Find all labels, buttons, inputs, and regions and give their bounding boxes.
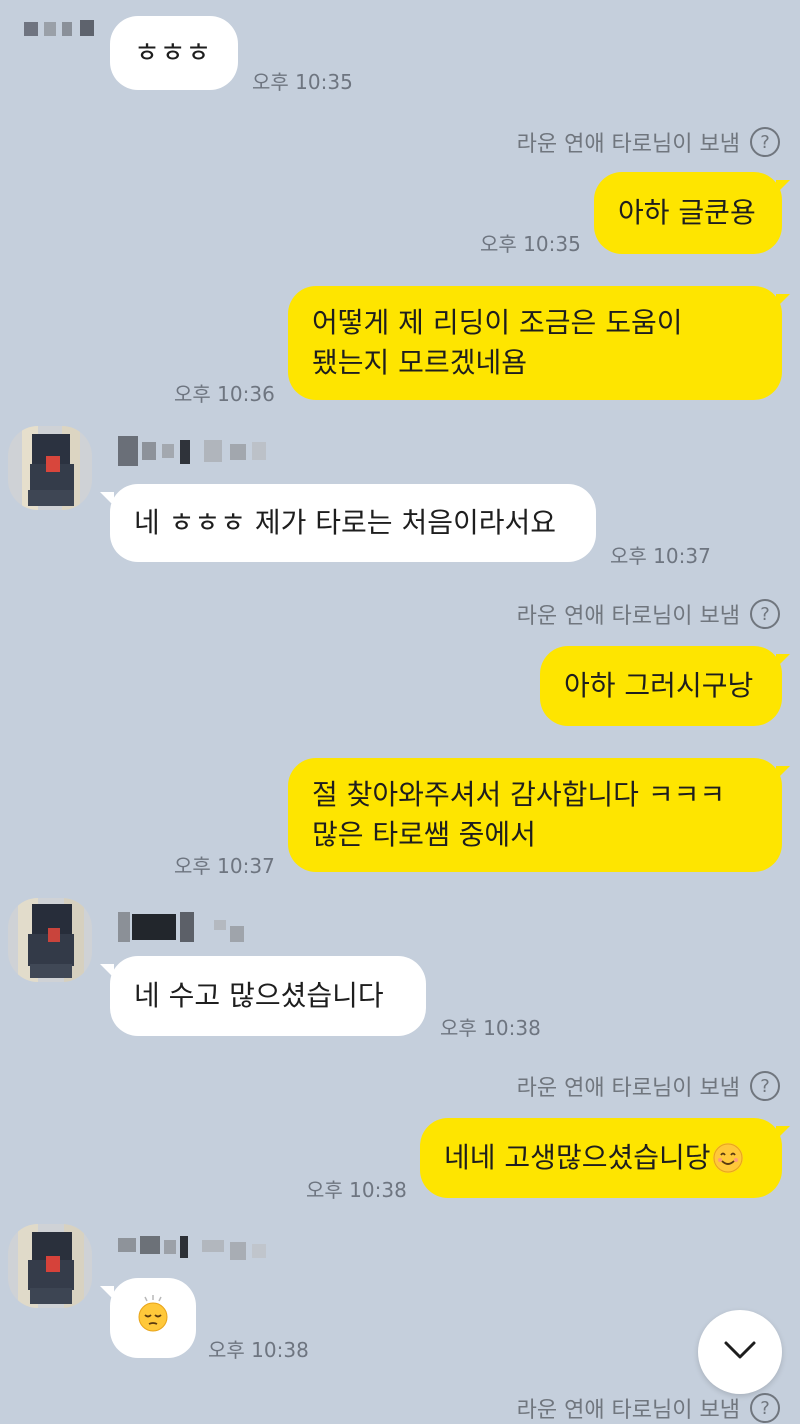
sent-by-text: 라운 연애 타로님이 보냄 xyxy=(516,1398,740,1423)
message-time: 오후 10:38 xyxy=(208,1338,309,1362)
message-bubble-outgoing[interactable]: 절 찾아와주셔서 감사합니다 ㅋㅋㅋ 많은 타로쌤 중에서 xyxy=(288,758,782,872)
message-bubble-outgoing[interactable]: 어떻게 제 리딩이 조금은 도움이 됐는지 모르겠네욤 xyxy=(288,286,782,400)
message-text: 네 수고 많으셨습니다 xyxy=(134,979,384,1012)
message-text: 절 찾아와주셔서 감사합니다 ㅋㅋㅋ 많은 타로쌤 중에서 xyxy=(312,778,726,851)
avatar[interactable] xyxy=(8,898,92,982)
message-bubble-incoming[interactable]: 네 수고 많으셨습니다 xyxy=(110,956,426,1036)
bubble-tail xyxy=(776,654,790,668)
message-text: 아하 그러시구낭 xyxy=(564,669,754,702)
sender-name-blurred xyxy=(24,14,94,44)
message-text: 네 ㅎㅎㅎ 제가 타로는 처음이라서요 xyxy=(134,506,557,539)
sent-by-text: 라운 연애 타로님이 보냄 xyxy=(516,132,740,157)
message-time: 오후 10:38 xyxy=(440,1016,541,1040)
question-circle-icon[interactable]: ? xyxy=(750,1071,780,1101)
bubble-tail xyxy=(100,964,114,978)
bubble-tail xyxy=(776,766,790,780)
sent-by-label: 라운 연애 타로님이 보냄 ? xyxy=(517,1070,780,1102)
message-time: 오후 10:35 xyxy=(252,70,353,94)
sent-by-label: 라운 연애 타로님이 보냄 ? xyxy=(517,126,780,158)
sender-name-blurred xyxy=(118,436,268,466)
message-bubble-outgoing[interactable]: 아하 그러시구낭 xyxy=(540,646,782,726)
message-time: 오후 10:38 xyxy=(306,1178,407,1202)
avatar[interactable] xyxy=(8,1224,92,1308)
message-time: 오후 10:37 xyxy=(174,854,275,878)
sender-name-blurred xyxy=(118,1234,268,1264)
sent-by-text: 라운 연애 타로님이 보냄 xyxy=(516,1076,740,1101)
message-bubble-outgoing[interactable]: 아하 글쿤용 xyxy=(594,172,782,254)
question-circle-icon[interactable]: ? xyxy=(750,127,780,157)
message-bubble-incoming[interactable]: ㅎㅎㅎ xyxy=(110,16,238,90)
sent-by-label: 라운 연애 타로님이 보냄 ? xyxy=(517,598,780,630)
message-bubble-outgoing[interactable]: 네네 고생많으셨습니당 xyxy=(420,1118,782,1198)
bubble-tail xyxy=(100,1286,114,1300)
chevron-down-icon xyxy=(722,1339,758,1365)
bubble-tail xyxy=(100,492,114,506)
bubble-tail xyxy=(776,294,790,308)
message-text: 네네 고생많으셨습니당 xyxy=(444,1141,711,1174)
message-time: 오후 10:36 xyxy=(174,382,275,406)
message-bubble-incoming[interactable]: 네 ㅎㅎㅎ 제가 타로는 처음이라서요 xyxy=(110,484,596,562)
message-time: 오후 10:35 xyxy=(480,232,581,256)
scroll-to-bottom-button[interactable] xyxy=(698,1310,782,1394)
sender-name-blurred xyxy=(118,912,248,942)
message-text: 아하 글쿤용 xyxy=(618,196,756,229)
question-circle-icon[interactable]: ? xyxy=(750,599,780,629)
bubble-tail xyxy=(776,180,790,194)
sent-by-text: 라운 연애 타로님이 보냄 xyxy=(516,604,740,629)
avatar[interactable] xyxy=(8,426,92,510)
bubble-tail xyxy=(776,1126,790,1140)
message-text: ㅎㅎㅎ xyxy=(134,36,212,69)
message-text: 어떻게 제 리딩이 조금은 도움이 됐는지 모르겠네욤 xyxy=(312,306,683,379)
sent-by-label: 라운 연애 타로님이 보냄 ? xyxy=(517,1392,780,1424)
sleepy-face-icon xyxy=(136,1293,170,1344)
message-bubble-incoming[interactable] xyxy=(110,1278,196,1358)
question-circle-icon[interactable]: ? xyxy=(750,1393,780,1423)
smiling-face-icon xyxy=(712,1143,743,1173)
message-time: 오후 10:37 xyxy=(610,544,711,568)
